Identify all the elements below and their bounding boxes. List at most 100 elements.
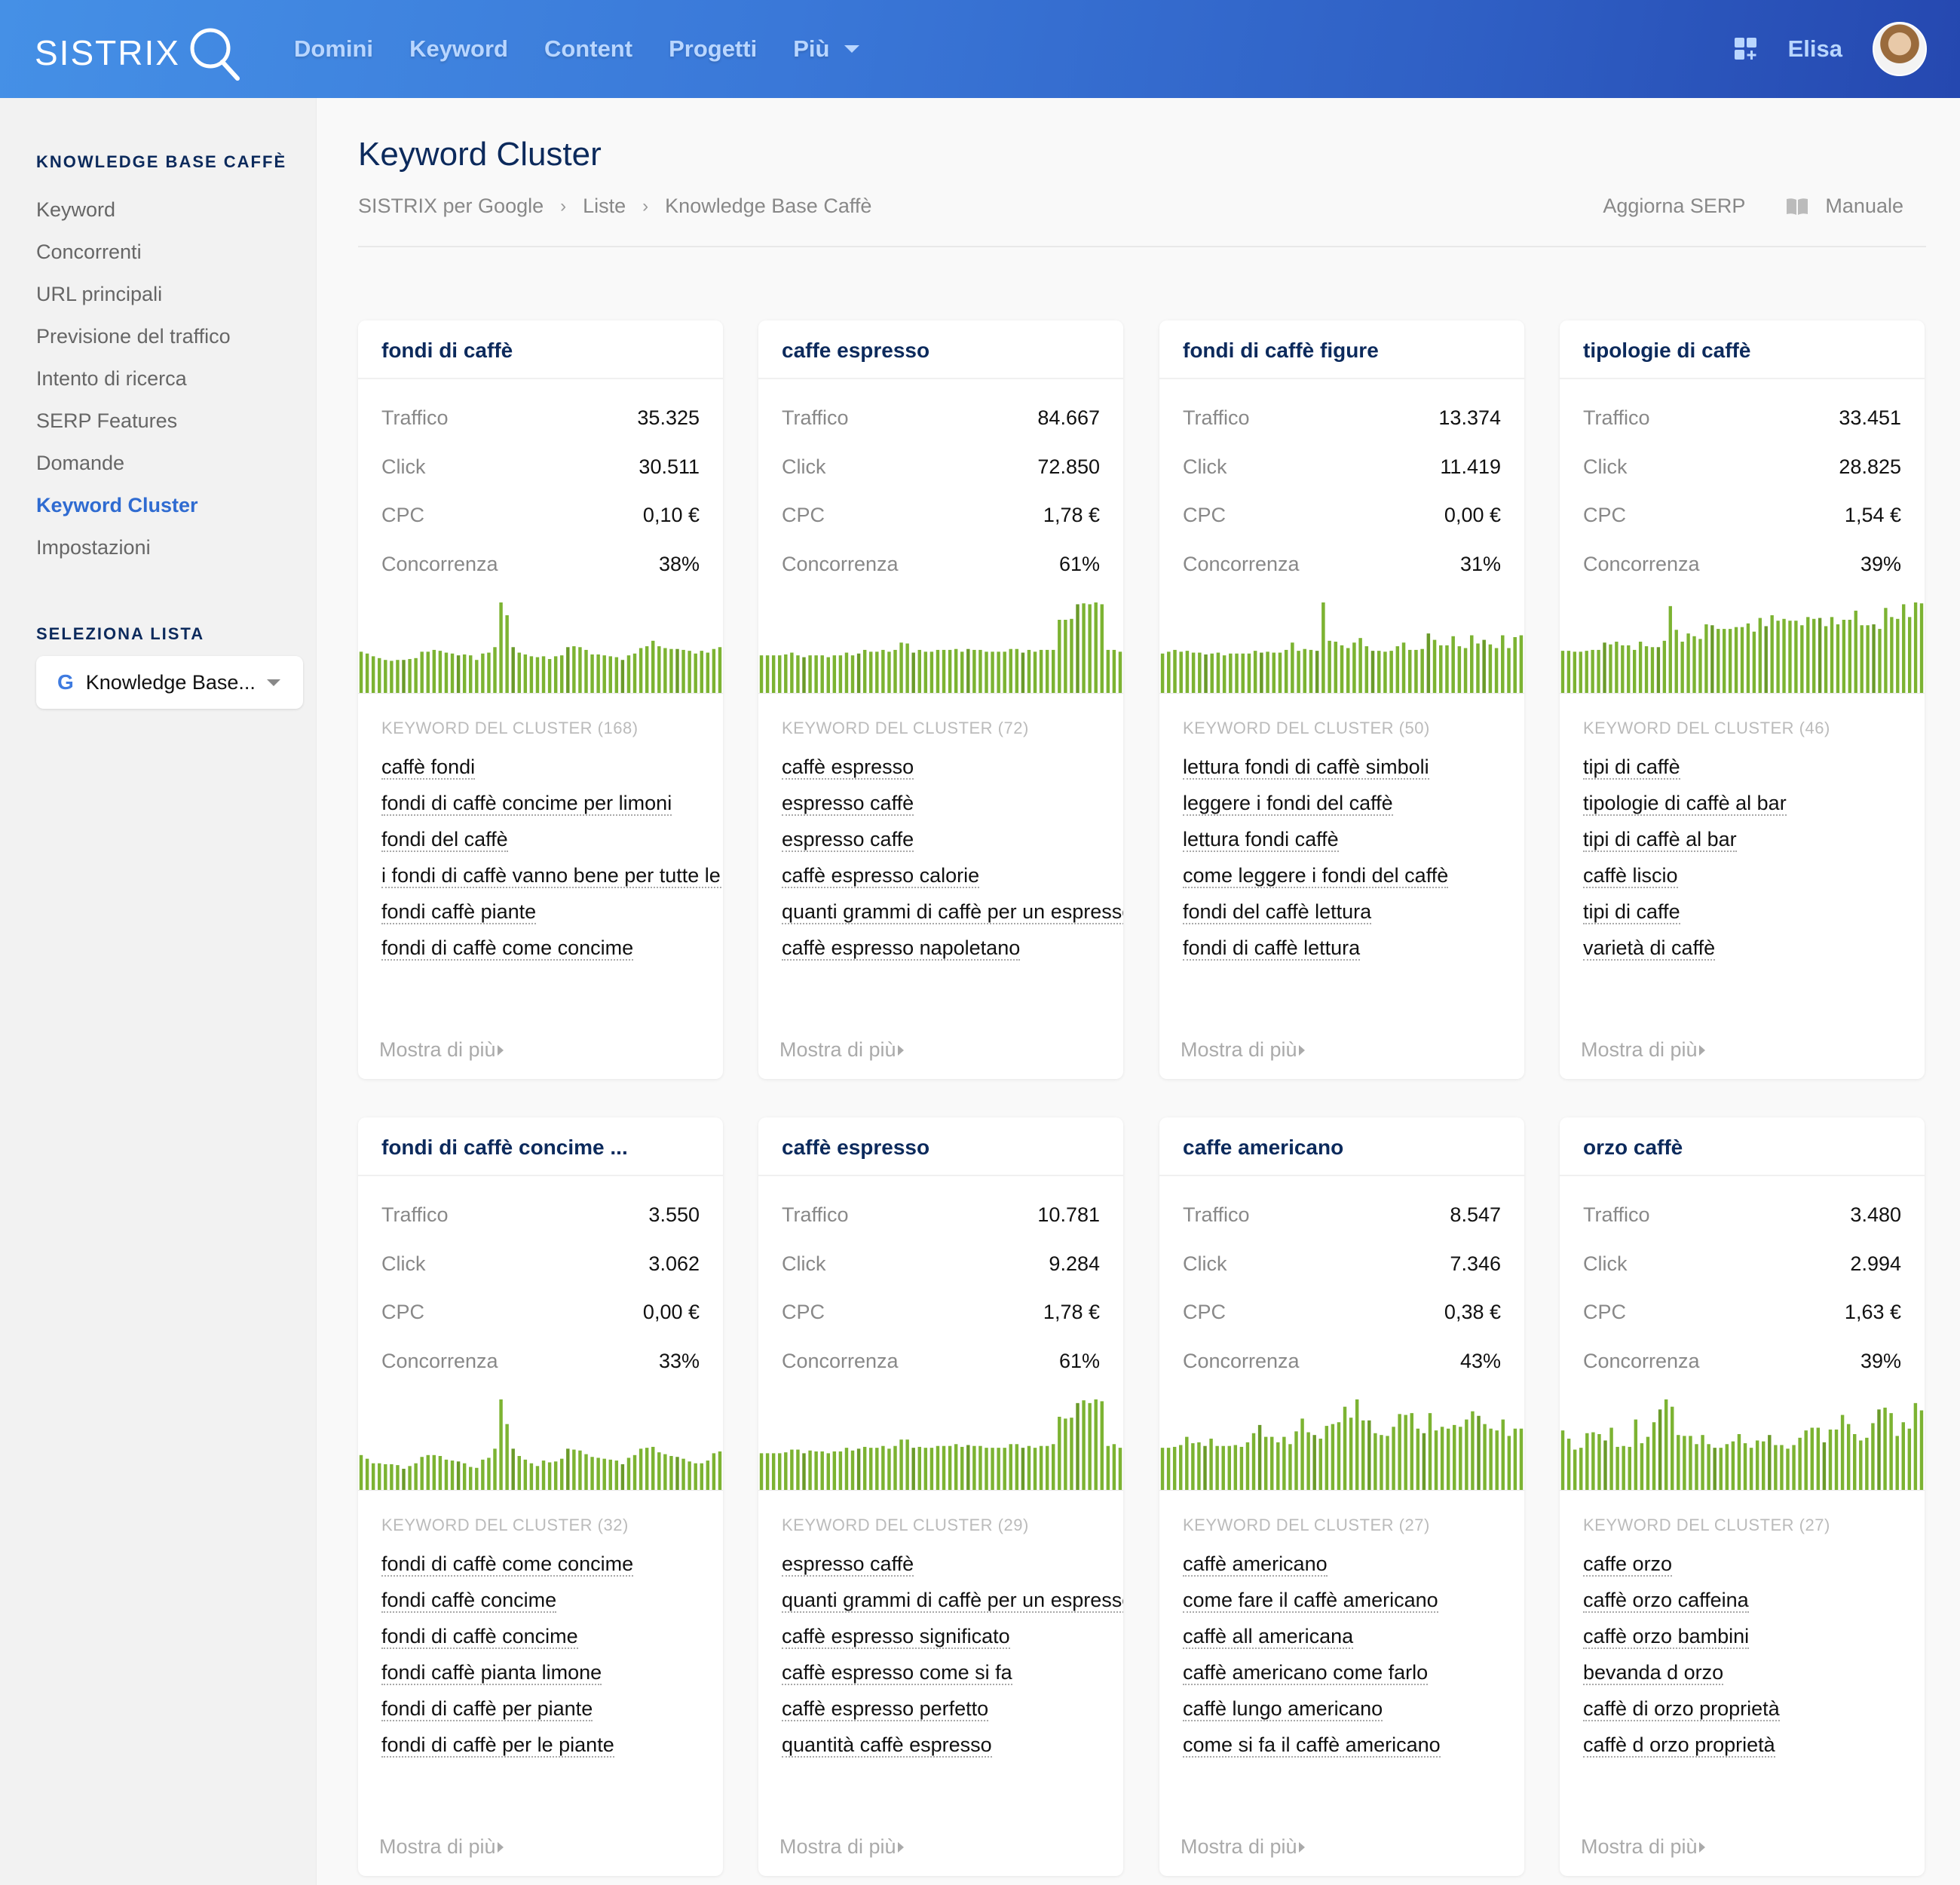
show-more-link[interactable]: Mostra di più <box>1581 1835 1705 1859</box>
show-more-link[interactable]: Mostra di più <box>779 1835 904 1859</box>
keyword-link[interactable]: fondi di caffè per piante <box>381 1697 593 1721</box>
nav-keyword[interactable]: Keyword <box>409 35 508 63</box>
keyword-link[interactable]: caffè orzo caffeina <box>1583 1589 1749 1613</box>
keyword-link[interactable]: fondi del caffè <box>381 828 508 852</box>
keyword-link[interactable]: fondi di caffè concime <box>381 1625 578 1649</box>
keyword-link[interactable]: caffè espresso napoletano <box>782 936 1021 961</box>
trend-bar <box>614 1460 619 1491</box>
keyword-link[interactable]: fondi di caffè come concime <box>381 1552 634 1577</box>
keyword-link[interactable]: quantità caffè espresso <box>782 1733 992 1758</box>
trend-bar <box>948 1445 952 1491</box>
breadcrumb-item[interactable]: Liste <box>583 195 626 218</box>
nav-content[interactable]: Content <box>544 35 632 63</box>
keyword-link[interactable]: leggere i fondi del caffè <box>1183 792 1393 816</box>
keyword-link[interactable]: fondi caffè pianta limone <box>381 1661 602 1685</box>
keyword-link[interactable]: caffè liscio <box>1583 864 1678 888</box>
show-more-link[interactable]: Mostra di più <box>379 1038 504 1062</box>
metric-value: 8.547 <box>1450 1203 1501 1226</box>
keyword-link[interactable]: i fondi di caffè vanno bene per tutte le… <box>381 864 723 888</box>
keyword-link[interactable]: fondi del caffè lettura <box>1183 900 1372 924</box>
magnifier-logo-icon <box>190 28 240 81</box>
keyword-link[interactable]: fondi caffè piante <box>381 900 537 924</box>
keyword-link[interactable]: espresso caffe <box>782 828 914 852</box>
keyword-link[interactable]: varietà di caffè <box>1583 936 1716 961</box>
nav-progetti[interactable]: Progetti <box>669 35 757 63</box>
sidebar-item-url-principali[interactable]: URL principali <box>36 273 231 315</box>
trend-bar <box>1633 649 1637 694</box>
trend-bar <box>1824 626 1828 694</box>
sidebar-item-serp-features[interactable]: SERP Features <box>36 400 231 442</box>
sistrix-logo[interactable]: SISTRIX <box>35 23 245 83</box>
keyword-link[interactable]: caffè d orzo proprietà <box>1583 1733 1775 1758</box>
cluster-title[interactable]: caffe espresso <box>758 320 1123 379</box>
manual-button[interactable]: Manuale <box>1745 195 1903 218</box>
keyword-link[interactable]: caffè espresso come si fa <box>782 1661 1012 1685</box>
sidebar-item-domande[interactable]: Domande <box>36 442 231 484</box>
cluster-title[interactable]: orzo caffè <box>1560 1117 1925 1176</box>
sidebar-item-previsione-traffico[interactable]: Previsione del traffico <box>36 315 231 357</box>
cluster-title[interactable]: fondi di caffè <box>358 320 723 379</box>
keyword-link[interactable]: caffè espresso <box>782 756 914 780</box>
keyword-link[interactable]: caffe orzo <box>1583 1552 1673 1577</box>
cluster-title[interactable]: caffe americano <box>1159 1117 1524 1176</box>
keyword-link[interactable]: caffè espresso significato <box>782 1625 1010 1649</box>
keyword-link[interactable]: fondi di caffè concime per limoni <box>381 792 672 816</box>
keyword-link[interactable]: fondi caffè concime <box>381 1589 557 1613</box>
breadcrumb-item[interactable]: SISTRIX per Google <box>358 195 544 218</box>
add-widget-icon[interactable] <box>1734 37 1758 61</box>
keyword-link[interactable]: caffè orzo bambini <box>1583 1625 1750 1649</box>
cluster-title[interactable]: tipologie di caffè <box>1560 320 1925 379</box>
sidebar-item-keyword-cluster[interactable]: Keyword Cluster <box>36 484 231 526</box>
sidebar-item-impostazioni[interactable]: Impostazioni <box>36 526 231 569</box>
show-more-link[interactable]: Mostra di più <box>379 1835 504 1859</box>
refresh-serp-button[interactable]: Aggiorna SERP <box>1603 195 1745 218</box>
sidebar-item-intento-ricerca[interactable]: Intento di ricerca <box>36 357 231 400</box>
keyword-link[interactable]: caffè espresso perfetto <box>782 1697 989 1721</box>
trend-bar <box>438 651 443 694</box>
breadcrumb-item[interactable]: Knowledge Base Caffè <box>665 195 871 218</box>
keyword-link[interactable]: lettura fondi di caffè simboli <box>1183 756 1429 780</box>
nav-more-dropdown[interactable]: Più <box>793 35 860 63</box>
show-more-link[interactable]: Mostra di più <box>779 1038 904 1062</box>
keyword-link[interactable]: caffè espresso calorie <box>782 864 980 888</box>
user-name[interactable]: Elisa <box>1788 35 1842 63</box>
keyword-link[interactable]: caffè americano <box>1183 1552 1328 1577</box>
cluster-title[interactable]: caffè espresso <box>758 1117 1123 1176</box>
keyword-link[interactable]: caffè lungo americano <box>1183 1697 1383 1721</box>
keyword-link[interactable]: caffè di orzo proprietà <box>1583 1697 1780 1721</box>
keyword-link[interactable]: caffè all americana <box>1183 1625 1354 1649</box>
page-actions: Aggiorna SERP Manuale <box>1603 195 1903 218</box>
avatar[interactable] <box>1873 22 1927 76</box>
show-more-link[interactable]: Mostra di più <box>1581 1038 1705 1062</box>
sidebar-item-concorrenti[interactable]: Concorrenti <box>36 231 231 273</box>
keyword-link[interactable]: come si fa il caffè americano <box>1183 1733 1441 1758</box>
keyword-link[interactable]: come leggere i fondi del caffè <box>1183 864 1449 888</box>
google-icon: G <box>57 670 74 694</box>
keyword-link[interactable]: caffè americano come farlo <box>1183 1661 1429 1685</box>
sidebar-item-keyword[interactable]: Keyword <box>36 188 231 231</box>
keyword-link[interactable]: fondi di caffè per le piante <box>381 1733 614 1758</box>
keyword-link[interactable]: tipi di caffè <box>1583 756 1680 780</box>
keyword-link[interactable]: lettura fondi caffè <box>1183 828 1339 852</box>
keyword-link[interactable]: tipologie di caffè al bar <box>1583 792 1787 816</box>
keyword-link[interactable]: quanti grammi di caffè per un espresso <box>782 900 1123 924</box>
cluster-title[interactable]: fondi di caffè figure <box>1159 320 1524 379</box>
keyword-link[interactable]: fondi di caffè lettura <box>1183 936 1361 961</box>
keyword-link[interactable]: bevanda d orzo <box>1583 1661 1724 1685</box>
list-select-dropdown[interactable]: G Knowledge Base... <box>36 656 303 709</box>
cluster-title[interactable]: fondi di caffè concime ... <box>358 1117 723 1176</box>
keyword-link[interactable]: espresso caffè <box>782 1552 914 1577</box>
keyword-link[interactable]: come fare il caffè americano <box>1183 1589 1438 1613</box>
show-more-link[interactable]: Mostra di più <box>1181 1835 1305 1859</box>
trend-bar <box>614 657 619 694</box>
keyword-link[interactable]: tipi di caffè al bar <box>1583 828 1737 852</box>
keyword-link[interactable]: fondi di caffè come concime <box>381 936 634 961</box>
nav-domini[interactable]: Domini <box>294 35 373 63</box>
keyword-link[interactable]: espresso caffè <box>782 792 914 816</box>
keyword-link[interactable]: caffè fondi <box>381 756 476 780</box>
metric-label: Traffico <box>381 406 449 429</box>
keyword-link[interactable]: tipi di caffe <box>1583 900 1680 924</box>
keyword-link[interactable]: quanti grammi di caffè per un espresso <box>782 1589 1123 1613</box>
show-more-link[interactable]: Mostra di più <box>1181 1038 1305 1062</box>
cluster-keywords: KEYWORD DEL CLUSTER (72) caffè espresso e… <box>782 719 1123 969</box>
